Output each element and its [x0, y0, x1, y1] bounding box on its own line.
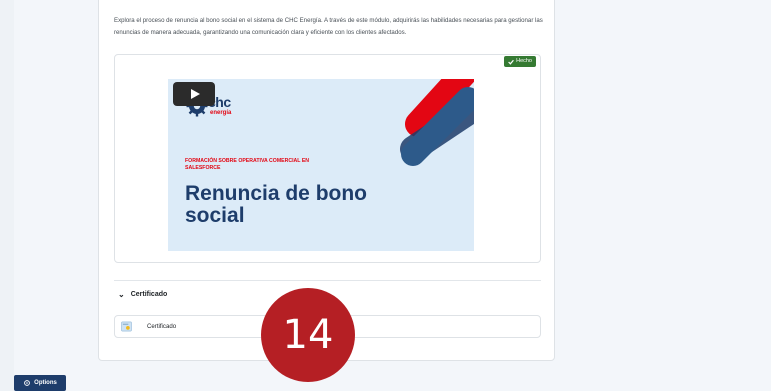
check-icon	[508, 59, 514, 65]
completion-label: Hecho	[516, 58, 532, 64]
video-player[interactable]: chc energía FORMACIÓN SOBRE OPERATIVA CO…	[168, 79, 474, 251]
logo-subtext: energía	[210, 110, 232, 116]
chevron-down-icon: ⌄	[118, 290, 125, 299]
video-activity: Hecho chc energía FORMACIÓN SOBRE OPERAT…	[114, 54, 541, 263]
section-divider	[114, 280, 541, 281]
left-gutter	[0, 0, 14, 391]
options-label: Options	[34, 380, 57, 386]
play-button[interactable]	[173, 82, 215, 106]
completion-badge[interactable]: Hecho	[504, 56, 536, 67]
certificate-link[interactable]: Certificado	[147, 323, 176, 330]
section-title: Certificado	[130, 291, 168, 298]
step-number-badge: 14	[261, 288, 355, 382]
options-button[interactable]: Options	[14, 375, 66, 391]
slide-tagline: FORMACIÓN SOBRE OPERATIVA COMERCIAL EN S…	[185, 158, 310, 171]
gear-icon	[24, 380, 31, 386]
module-description: Explora el proceso de renuncia al bono s…	[114, 17, 543, 36]
slide-title: Renuncia de bono social	[185, 182, 368, 227]
section-header[interactable]: ⌄ Certificado	[118, 290, 167, 299]
play-icon	[190, 89, 200, 99]
certificate-icon	[121, 321, 132, 332]
